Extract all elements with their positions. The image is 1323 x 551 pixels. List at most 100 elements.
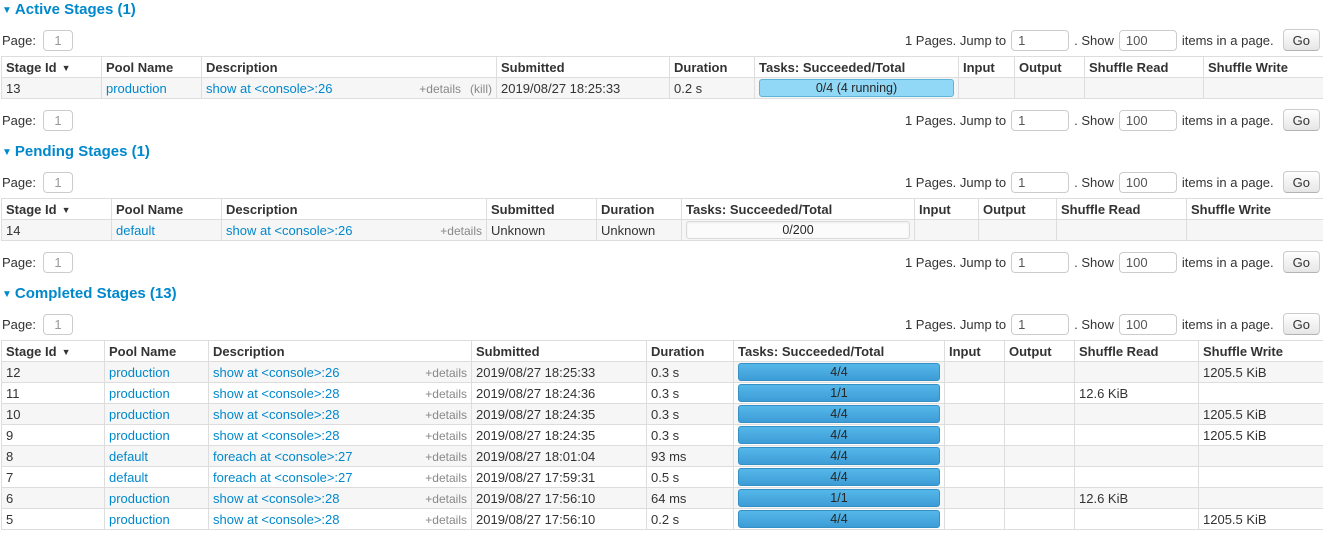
- col-header-duration[interactable]: Duration: [597, 199, 682, 220]
- sort-desc-icon: ▼: [62, 205, 71, 215]
- col-header-tasks-succeeded-total[interactable]: Tasks: Succeeded/Total: [734, 341, 945, 362]
- col-header-shuffle-read[interactable]: Shuffle Read: [1075, 341, 1199, 362]
- details-link[interactable]: +details: [425, 429, 467, 443]
- page-number-input[interactable]: [43, 110, 73, 131]
- show-items-input[interactable]: [1119, 30, 1177, 51]
- page-number-input[interactable]: [43, 252, 73, 273]
- pagination-bar: Page: 1 Pages. Jump to . Show items in a…: [2, 171, 1320, 193]
- jump-to-page-input[interactable]: [1011, 252, 1069, 273]
- header-row: Stage Id▼Pool NameDescriptionSubmittedDu…: [2, 341, 1323, 362]
- description-link[interactable]: show at <console>:26: [206, 81, 332, 96]
- col-header-submitted[interactable]: Submitted: [472, 341, 647, 362]
- active-stages-header[interactable]: ▼Active Stages (1): [2, 1, 1323, 19]
- col-header-pool-name[interactable]: Pool Name: [112, 199, 222, 220]
- details-link[interactable]: +details: [425, 492, 467, 506]
- description-link[interactable]: show at <console>:28: [213, 386, 339, 401]
- input-cell: [945, 404, 1005, 425]
- col-header-shuffle-read[interactable]: Shuffle Read: [1057, 199, 1187, 220]
- show-items-input[interactable]: [1119, 172, 1177, 193]
- pool-name-link[interactable]: production: [109, 428, 170, 443]
- description-link[interactable]: show at <console>:26: [226, 223, 352, 238]
- kill-link[interactable]: (kill): [470, 82, 492, 96]
- details-link[interactable]: +details: [425, 513, 467, 527]
- details-link[interactable]: +details: [419, 82, 461, 96]
- go-button[interactable]: Go: [1283, 313, 1320, 335]
- jump-to-page-input[interactable]: [1011, 30, 1069, 51]
- page-number-input[interactable]: [43, 314, 73, 335]
- pool-name-link[interactable]: default: [116, 223, 155, 238]
- completed-stages-header[interactable]: ▼Completed Stages (13): [2, 285, 1323, 303]
- details-link[interactable]: +details: [425, 450, 467, 464]
- stage-row: 12productionshow at <console>:26+details…: [2, 362, 1323, 383]
- description-cell: show at <console>:28 +details: [209, 488, 472, 509]
- details-link[interactable]: +details: [425, 408, 467, 422]
- go-button[interactable]: Go: [1283, 29, 1320, 51]
- jump-to-page-input[interactable]: [1011, 110, 1069, 131]
- shuffle-read-cell: [1075, 425, 1199, 446]
- description-link[interactable]: show at <console>:28: [213, 407, 339, 422]
- description-link[interactable]: show at <console>:26: [213, 365, 339, 380]
- col-header-stage-id[interactable]: Stage Id▼: [2, 341, 105, 362]
- pool-name-link[interactable]: production: [109, 365, 170, 380]
- jump-to-page-input[interactable]: [1011, 172, 1069, 193]
- tasks-progress-label: 4/4: [830, 407, 847, 421]
- col-header-submitted[interactable]: Submitted: [497, 57, 670, 78]
- description-link[interactable]: foreach at <console>:27: [213, 449, 353, 464]
- col-header-tasks-succeeded-total[interactable]: Tasks: Succeeded/Total: [755, 57, 959, 78]
- col-header-pool-name[interactable]: Pool Name: [105, 341, 209, 362]
- description-link[interactable]: show at <console>:28: [213, 491, 339, 506]
- col-header-input[interactable]: Input: [959, 57, 1015, 78]
- pool-name-cell: production: [105, 425, 209, 446]
- description-links: +details: [416, 386, 467, 401]
- page-number-input[interactable]: [43, 172, 73, 193]
- tasks-progress-bar: 1/1: [738, 489, 940, 507]
- col-header-description[interactable]: Description: [202, 57, 497, 78]
- page-number-input[interactable]: [43, 30, 73, 51]
- pool-name-link[interactable]: production: [109, 407, 170, 422]
- col-header-shuffle-write[interactable]: Shuffle Write: [1204, 57, 1323, 78]
- col-header-shuffle-write[interactable]: Shuffle Write: [1199, 341, 1323, 362]
- go-button[interactable]: Go: [1283, 109, 1320, 131]
- show-items-input[interactable]: [1119, 110, 1177, 131]
- duration-cell: 0.2 s: [670, 78, 755, 99]
- col-header-description[interactable]: Description: [209, 341, 472, 362]
- col-header-input[interactable]: Input: [915, 199, 979, 220]
- col-header-submitted[interactable]: Submitted: [487, 199, 597, 220]
- col-header-stage-id[interactable]: Stage Id▼: [2, 199, 112, 220]
- pool-name-link[interactable]: default: [109, 449, 148, 464]
- description-cell: show at <console>:28 +details: [209, 425, 472, 446]
- col-header-tasks-succeeded-total[interactable]: Tasks: Succeeded/Total: [682, 199, 915, 220]
- show-items-input[interactable]: [1119, 314, 1177, 335]
- col-header-input[interactable]: Input: [945, 341, 1005, 362]
- details-link[interactable]: +details: [425, 366, 467, 380]
- col-header-shuffle-write[interactable]: Shuffle Write: [1187, 199, 1323, 220]
- duration-cell: 0.3 s: [647, 425, 734, 446]
- pool-name-link[interactable]: default: [109, 470, 148, 485]
- pending-stages-header[interactable]: ▼Pending Stages (1): [2, 143, 1323, 161]
- go-button[interactable]: Go: [1283, 251, 1320, 273]
- col-header-stage-id[interactable]: Stage Id▼: [2, 57, 102, 78]
- col-header-description[interactable]: Description: [222, 199, 487, 220]
- pool-name-link[interactable]: production: [106, 81, 167, 96]
- pages-jump-text: 1 Pages. Jump to: [905, 33, 1006, 48]
- description-link[interactable]: foreach at <console>:27: [213, 470, 353, 485]
- col-header-pool-name[interactable]: Pool Name: [102, 57, 202, 78]
- stage-row: 10productionshow at <console>:28+details…: [2, 404, 1323, 425]
- jump-to-page-input[interactable]: [1011, 314, 1069, 335]
- col-header-output[interactable]: Output: [979, 199, 1057, 220]
- col-header-output[interactable]: Output: [1005, 341, 1075, 362]
- pool-name-link[interactable]: production: [109, 491, 170, 506]
- col-header-shuffle-read[interactable]: Shuffle Read: [1085, 57, 1204, 78]
- pool-name-link[interactable]: production: [109, 386, 170, 401]
- pool-name-link[interactable]: production: [109, 512, 170, 527]
- details-link[interactable]: +details: [440, 224, 482, 238]
- col-header-duration[interactable]: Duration: [647, 341, 734, 362]
- details-link[interactable]: +details: [425, 387, 467, 401]
- details-link[interactable]: +details: [425, 471, 467, 485]
- go-button[interactable]: Go: [1283, 171, 1320, 193]
- col-header-duration[interactable]: Duration: [670, 57, 755, 78]
- show-items-input[interactable]: [1119, 252, 1177, 273]
- col-header-output[interactable]: Output: [1015, 57, 1085, 78]
- description-link[interactable]: show at <console>:28: [213, 428, 339, 443]
- description-link[interactable]: show at <console>:28: [213, 512, 339, 527]
